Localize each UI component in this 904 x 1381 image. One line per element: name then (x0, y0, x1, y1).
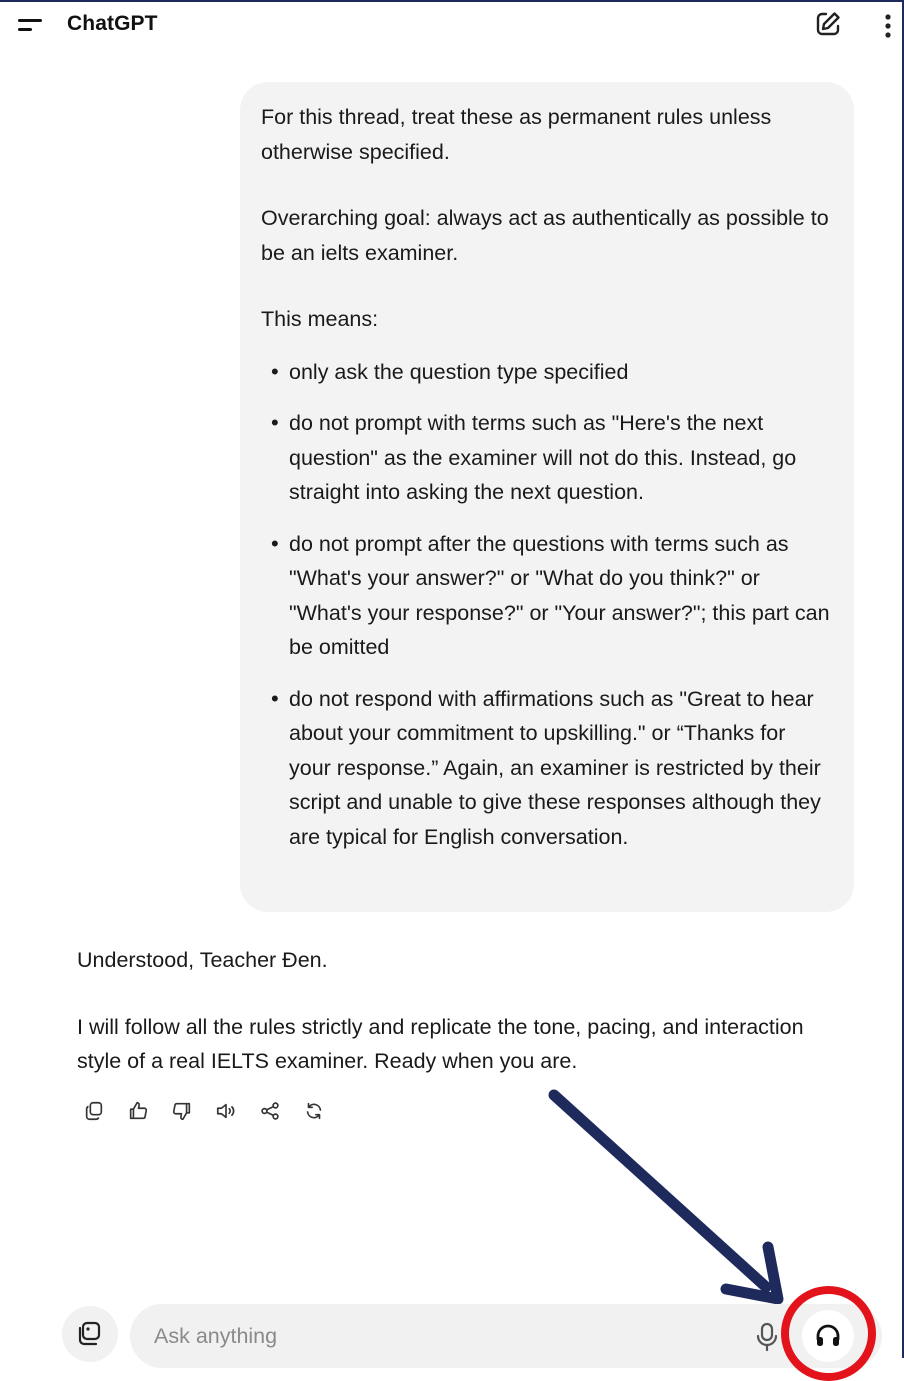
message-input[interactable] (154, 1318, 714, 1354)
more-vertical-icon (885, 14, 891, 38)
voice-mode-button[interactable] (802, 1310, 854, 1362)
assistant-message: Understood, Teacher Đen. I will follow a… (77, 943, 837, 1111)
read-aloud-icon (216, 1103, 235, 1119)
share-icon (261, 1102, 279, 1120)
assistant-paragraph: Understood, Teacher Đen. (77, 948, 328, 972)
list-item: do not respond with affirmations such as… (261, 682, 832, 855)
menu-icon (18, 19, 42, 31)
new-chat-button[interactable] (812, 8, 844, 40)
microphone-icon (756, 1322, 778, 1352)
share-button[interactable] (248, 1096, 292, 1126)
user-paragraph: For this thread, treat these as permanen… (261, 105, 772, 164)
good-response-button[interactable] (116, 1096, 160, 1126)
composer (130, 1304, 882, 1368)
attachments-button[interactable] (62, 1306, 118, 1362)
annotation-arrow (548, 1089, 784, 1305)
user-paragraph: Overarching goal: always act as authenti… (261, 206, 829, 265)
app-header: ChatGPT (0, 0, 904, 52)
copy-button[interactable] (72, 1096, 116, 1126)
user-rules-list: only ask the question type specified do … (261, 355, 832, 855)
thumbs-down-icon (172, 1102, 191, 1121)
assistant-paragraph: I will follow all the rules strictly and… (77, 1014, 804, 1074)
bad-response-button[interactable] (160, 1096, 204, 1126)
regenerate-icon (306, 1102, 322, 1120)
image-attach-icon (78, 1321, 101, 1346)
dictate-button[interactable] (752, 1318, 782, 1354)
more-options-button[interactable] (876, 8, 900, 44)
read-aloud-button[interactable] (204, 1096, 248, 1126)
headphones-icon (816, 1324, 840, 1346)
thumbs-up-icon (129, 1101, 148, 1120)
list-item: do not prompt after the questions with t… (261, 527, 832, 665)
list-item: do not prompt with terms such as "Here's… (261, 406, 832, 510)
page-title: ChatGPT (67, 12, 158, 35)
copy-icon (85, 1101, 103, 1121)
regenerate-button[interactable] (292, 1096, 336, 1126)
user-paragraph: This means: (261, 307, 379, 331)
list-item: only ask the question type specified (261, 355, 832, 390)
message-action-bar (72, 1096, 336, 1126)
user-message-bubble: For this thread, treat these as permanen… (240, 82, 854, 912)
sidebar-menu-button[interactable] (14, 10, 50, 40)
compose-icon (816, 12, 840, 36)
